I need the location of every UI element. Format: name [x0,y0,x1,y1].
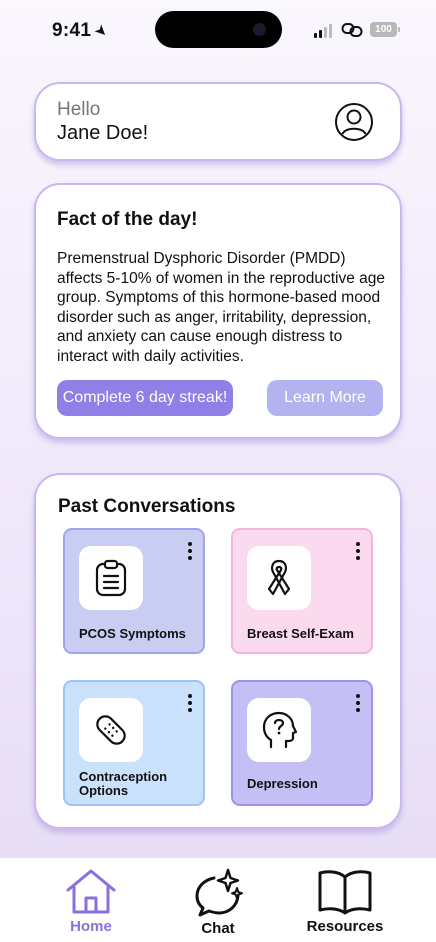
tile-icon-box [247,698,311,762]
tile-label: Breast Self-Exam [247,626,354,641]
greeting-card: Hello Jane Doe! [34,82,402,161]
conversation-tile-breast-exam[interactable]: Breast Self-Exam [231,528,373,654]
clipboard-icon [95,559,127,597]
status-time: 9:41➤ [52,20,112,42]
more-options-icon[interactable] [355,694,361,714]
more-options-icon[interactable] [187,694,193,714]
camera-icon [253,23,266,36]
book-icon [318,870,372,915]
signal-icon [314,24,334,38]
tile-icon-box [247,546,311,610]
tile-label: Depression [247,776,318,791]
nav-resources-label: Resources [306,918,384,935]
conversation-tile-depression[interactable]: Depression [231,680,373,806]
fact-title: Fact of the day! [57,209,198,230]
nav-resources[interactable]: Resources [300,868,390,935]
tile-icon-box [79,698,143,762]
more-options-icon[interactable] [355,542,361,562]
bandage-icon [96,715,126,745]
status-bar: 9:41➤ 100 [0,0,436,62]
past-conversations-card: Past Conversations PCOS Symptoms Breast … [34,473,402,829]
chat-sparkle-icon [195,868,243,917]
head-question-icon [262,711,298,749]
conversation-tile-contraception[interactable]: Contraception Options [63,680,205,806]
nav-chat[interactable]: Chat [173,868,263,937]
greeting-hello: Hello [57,99,101,120]
user-name: Jane Doe! [57,122,149,144]
home-icon [66,869,116,914]
nav-chat-label: Chat [201,920,235,937]
battery-icon: 100 [370,22,400,37]
ribbon-icon [267,559,291,596]
profile-icon[interactable] [334,102,374,142]
tile-label: PCOS Symptoms [79,626,186,641]
fact-card: Fact of the day! Premenstrual Dysphoric … [34,183,402,439]
more-options-icon[interactable] [187,542,193,562]
nav-home[interactable]: Home [46,868,136,935]
tile-icon-box [79,546,143,610]
streak-button[interactable]: Complete 6 day streak! [57,380,233,416]
nav-home-label: Home [70,918,112,935]
location-arrow-icon: ➤ [90,20,112,42]
past-conversations-title: Past Conversations [58,496,236,517]
conversation-tile-pcos[interactable]: PCOS Symptoms [63,528,205,654]
bottom-nav: Home Chat Resources [0,858,436,942]
clock: 9:41 [52,20,92,41]
learn-more-button[interactable]: Learn More [267,380,383,416]
link-icon [341,23,363,37]
tile-label: Contraception Options [79,769,168,798]
fact-body: Premenstrual Dysphoric Disorder (PMDD) a… [57,250,385,365]
dynamic-island [155,11,282,48]
